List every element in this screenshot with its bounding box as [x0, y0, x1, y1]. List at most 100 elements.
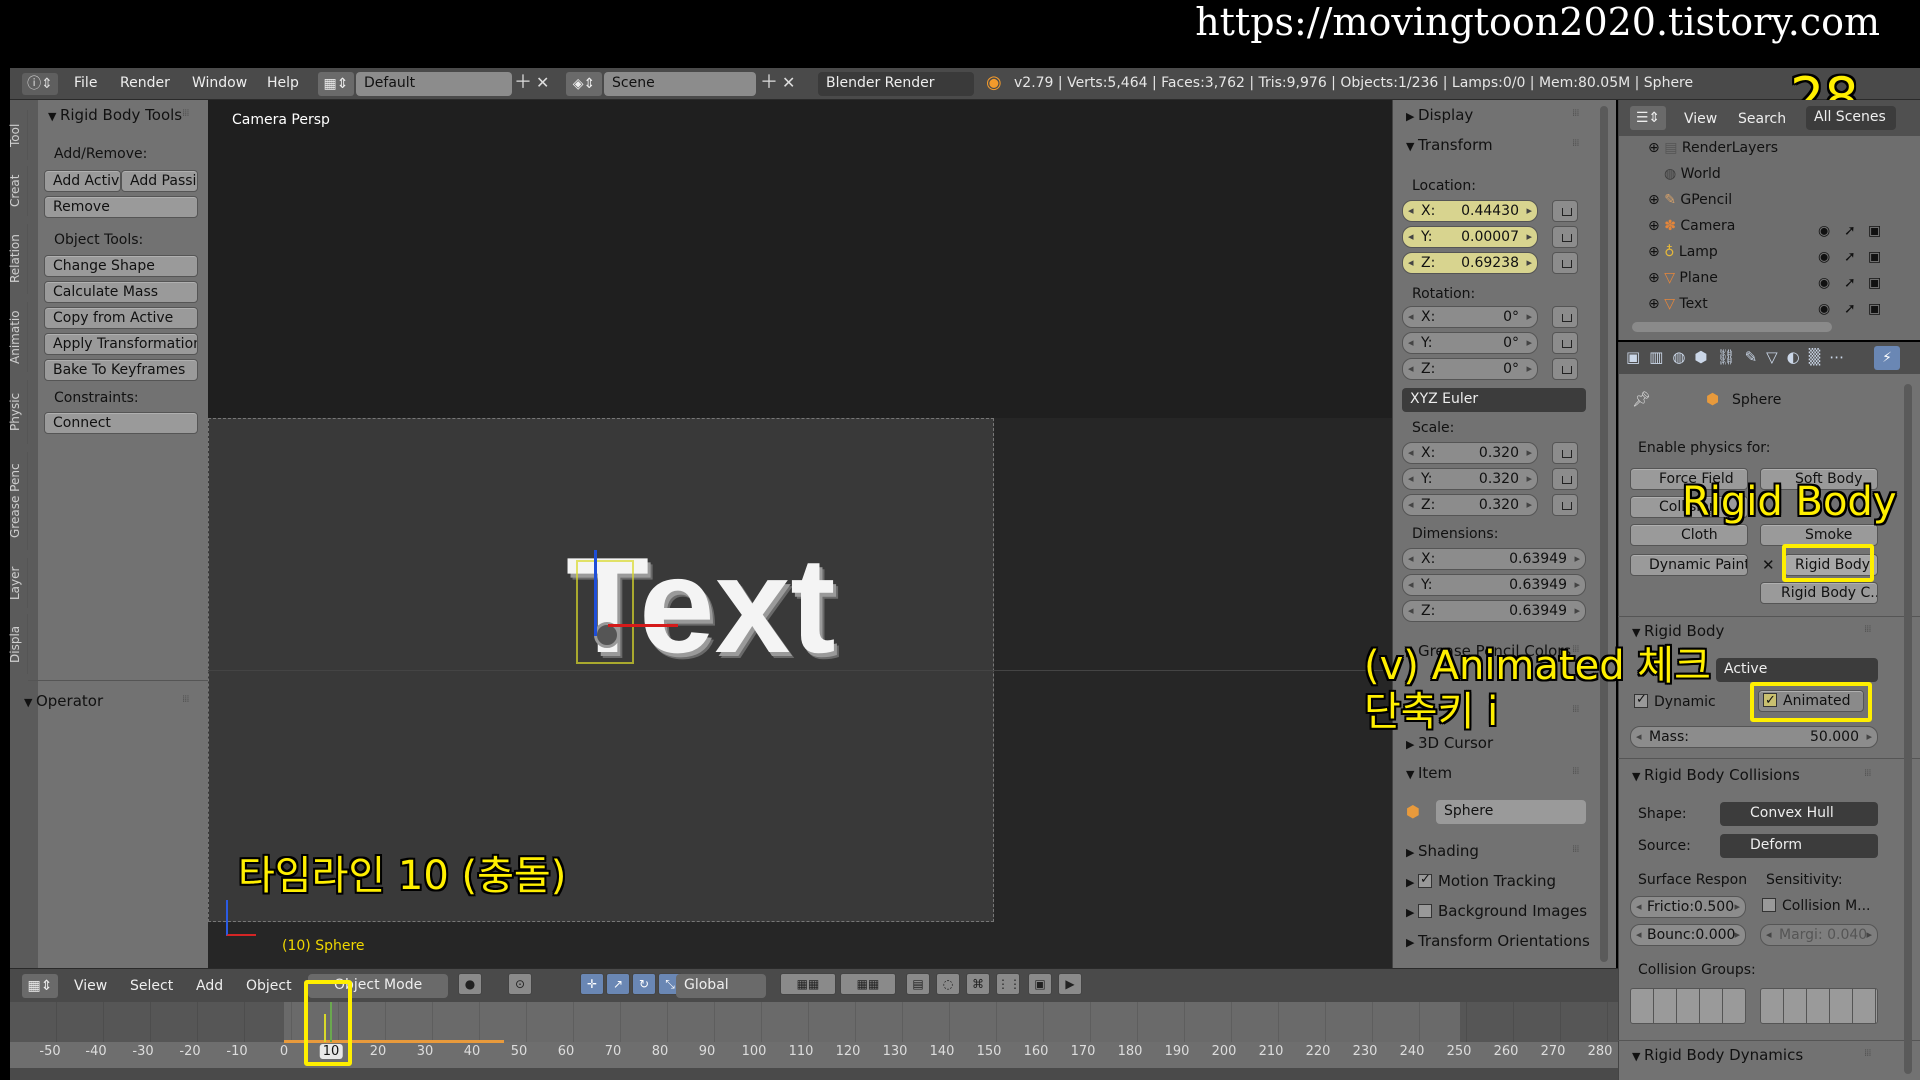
view3d-editor-icon[interactable]: ▦⇕ [22, 974, 58, 998]
add-scene-icon[interactable]: ＋ [760, 72, 780, 96]
lock-location-x-icon[interactable] [1552, 200, 1578, 222]
collision-shape-select[interactable]: Convex Hull [1720, 802, 1878, 826]
connect-button[interactable]: Connect [44, 412, 198, 434]
outliner-item-text[interactable]: ⊕ ▽ Text [1648, 296, 1708, 312]
transform-orientations-header[interactable]: Transform Orientations [1406, 932, 1592, 950]
shading-grip-icon[interactable]: ⁞⁞⁞ [1572, 844, 1579, 855]
mass-field[interactable]: Mass:50.000 [1630, 726, 1878, 748]
lock-rotation-x-icon[interactable] [1552, 306, 1578, 328]
info-editor-icon[interactable]: ⓘ⇕ [22, 73, 58, 95]
rigid-body-collisions-header[interactable]: Rigid Body Collisions [1632, 766, 1800, 784]
lock-scale-y-icon[interactable] [1552, 468, 1578, 490]
render-engine-select[interactable]: Blender Render [818, 72, 974, 96]
manipulator-icon[interactable]: ✛ [580, 973, 604, 995]
bake-to-keyframes-button[interactable]: Bake To Keyframes [44, 359, 198, 381]
friction-field[interactable]: Frictio:0.500 [1630, 896, 1746, 918]
lock-scale-x-icon[interactable] [1552, 442, 1578, 464]
viewport-shading-icon[interactable]: ● [458, 973, 482, 995]
lock-scale-z-icon[interactable] [1552, 494, 1578, 516]
tab-grease-pencil[interactable]: Grease Penc [8, 452, 28, 550]
translate-icon[interactable]: ↗ [606, 973, 630, 995]
location-x-field[interactable]: X:0.44430 [1402, 200, 1538, 222]
bounce-field[interactable]: Bounc:0.000 [1630, 924, 1746, 946]
visibility-eye-icon[interactable]: ◉ ◉ ◉ ◉ [1818, 218, 1830, 322]
lock-location-y-icon[interactable] [1552, 226, 1578, 248]
delete-layout-icon[interactable]: ✕ [536, 72, 556, 96]
menu-render[interactable]: Render [120, 68, 170, 98]
tab-relation[interactable]: Relation [8, 224, 28, 294]
collision-source-select[interactable]: Deform [1720, 834, 1878, 858]
n-panel-scrollbar[interactable] [1600, 106, 1608, 962]
cloth-button[interactable]: Cloth [1630, 524, 1748, 546]
transform-orientation-select[interactable]: Global [676, 974, 766, 998]
dynamics-grip-icon[interactable]: ⁞⁞⁞ [1864, 1048, 1871, 1059]
smoke-button[interactable]: Smoke [1760, 524, 1878, 546]
rigid-body-grip-icon[interactable]: ⁞⁞⁞ [1864, 624, 1871, 635]
location-z-field[interactable]: Z:0.69238 [1402, 252, 1538, 274]
tab-animation[interactable]: Animatio [8, 302, 28, 372]
collision-margin-checkbox[interactable] [1762, 898, 1776, 912]
operator-header[interactable]: Operator [24, 692, 103, 710]
tab-display[interactable]: Displa [8, 614, 28, 674]
display-grip-icon[interactable]: ⁞⁞⁞ [1572, 108, 1579, 119]
rigid-body-tools-header[interactable]: Rigid Body Tools [48, 106, 182, 124]
outliner-view-menu[interactable]: View [1684, 104, 1717, 134]
add-layout-icon[interactable]: ＋ [514, 72, 534, 96]
screen-layout-icon[interactable]: ▦⇕ [318, 72, 354, 96]
outliner-display-mode-select[interactable]: All Scenes [1806, 106, 1896, 130]
dimensions-x-field[interactable]: X:0.63949 [1402, 548, 1586, 570]
collision-groups-grid-a[interactable] [1630, 988, 1746, 1024]
view3d-menu-add[interactable]: Add [196, 971, 223, 1001]
item-header[interactable]: Item [1406, 764, 1452, 782]
background-images-checkbox[interactable] [1417, 904, 1432, 918]
menu-file[interactable]: File [74, 68, 97, 98]
rotation-x-field[interactable]: X:0° [1402, 306, 1538, 328]
outliner-item-gpencil[interactable]: ⊕ ✎ GPencil [1648, 192, 1732, 208]
lock-camera-icon[interactable]: ▤ [906, 973, 930, 995]
opengl-render-icon[interactable]: ▣ [1028, 973, 1052, 995]
screen-layout-select[interactable]: Default [356, 72, 512, 96]
layers-icon-a[interactable]: ▦▦ [780, 973, 836, 995]
outliner-item-camera[interactable]: ⊕ ✽ Camera [1648, 218, 1735, 234]
rigid-body-header[interactable]: Rigid Body [1632, 622, 1724, 640]
collision-margin-row[interactable]: Collision M... [1762, 898, 1871, 914]
remove-rigid-body-icon[interactable]: ✕ [1762, 554, 1782, 576]
tab-tool[interactable]: Tool [8, 110, 28, 160]
scene-icon[interactable]: ◈⇕ [566, 72, 602, 96]
change-shape-button[interactable]: Change Shape [44, 255, 198, 277]
layers-icon-b[interactable]: ▦▦ [840, 973, 896, 995]
lock-rotation-z-icon[interactable] [1552, 358, 1578, 380]
physics-tab-icon[interactable]: ⚡ [1874, 346, 1900, 370]
timeline[interactable]: -50 -40 -30 -20 -10 0 10 20 30 40 50 60 … [10, 1002, 1618, 1080]
location-y-field[interactable]: Y:0.00007 [1402, 226, 1538, 248]
margin-field[interactable]: Margi: 0.040 [1760, 924, 1878, 946]
lock-rotation-y-icon[interactable] [1552, 332, 1578, 354]
lock-location-z-icon[interactable] [1552, 252, 1578, 274]
outliner-item-renderlayers[interactable]: ⊕ ▤ RenderLayers [1648, 140, 1778, 156]
dynamic-checkbox[interactable] [1634, 692, 1648, 708]
dynamic-paint-button[interactable]: Dynamic Paint [1630, 554, 1748, 576]
properties-scrollbar[interactable] [1904, 384, 1912, 1074]
dimensions-y-field[interactable]: Y:0.63949 [1402, 574, 1586, 596]
outliner-item-lamp[interactable]: ⊕ ♁ Lamp [1648, 244, 1718, 260]
view3d-menu-view[interactable]: View [74, 971, 107, 1001]
view3d-menu-select[interactable]: Select [130, 971, 173, 1001]
scale-y-field[interactable]: Y:0.320 [1402, 468, 1538, 490]
background-images-header[interactable]: Background Images [1406, 902, 1592, 920]
tab-create[interactable]: Creat [8, 166, 28, 216]
outliner-item-world[interactable]: ◍ World [1664, 166, 1721, 182]
apply-transformation-button[interactable]: Apply Transformation [44, 333, 198, 355]
context-tab-icons[interactable]: ▣▥◍⬢⛓✎▽◐▒⋯ [1626, 348, 1853, 366]
pivot-point-icon[interactable]: ⊙ [508, 973, 532, 995]
x-axis-arrow[interactable] [608, 624, 678, 627]
outliner-editor-icon[interactable]: ☰⇕ [1630, 106, 1666, 130]
proportional-edit-icon[interactable]: ◌ [936, 973, 960, 995]
shading-header[interactable]: Shading [1406, 842, 1479, 860]
z-axis-arrow[interactable] [594, 550, 597, 636]
rotate-icon[interactable]: ↻ [632, 973, 656, 995]
drag-grip-icon[interactable]: ⁞⁞⁞ [182, 108, 189, 119]
rotation-y-field[interactable]: Y:0° [1402, 332, 1538, 354]
remove-button[interactable]: Remove [44, 196, 198, 218]
cursor-header[interactable]: 3D Cursor [1406, 734, 1493, 752]
motion-tracking-checkbox[interactable] [1417, 872, 1432, 888]
